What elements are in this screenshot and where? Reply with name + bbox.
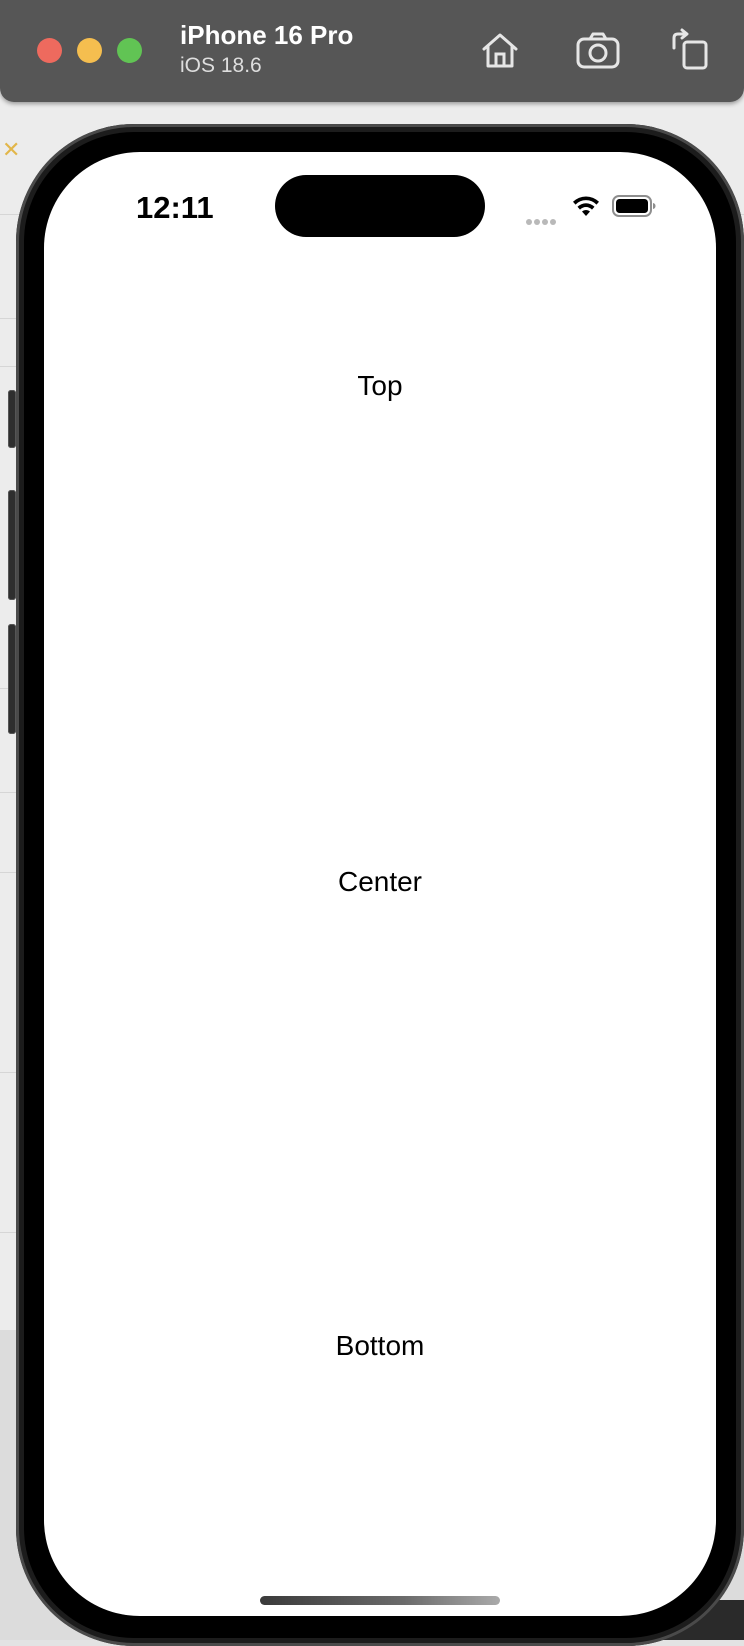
action-button xyxy=(8,390,16,448)
background-tab-icon: ✕ xyxy=(2,137,21,162)
bottom-label: Bottom xyxy=(335,1330,425,1361)
wifi-icon xyxy=(573,196,599,216)
battery-icon xyxy=(612,195,656,217)
home-icon[interactable] xyxy=(476,26,524,74)
volume-down-button xyxy=(8,624,16,734)
center-label: Center xyxy=(337,866,423,897)
volume-up-button xyxy=(8,490,16,600)
dynamic-island xyxy=(275,175,485,237)
window-close-button[interactable] xyxy=(37,38,62,63)
window-zoom-button[interactable] xyxy=(117,38,142,63)
os-version: iOS 18.6 xyxy=(180,54,262,77)
camera-icon[interactable] xyxy=(574,26,622,74)
rotate-icon[interactable] xyxy=(666,26,714,74)
simulator-title-bar: iPhone 16 Pro iOS 18.6 xyxy=(0,0,744,102)
home-indicator[interactable] xyxy=(260,1596,500,1605)
window-minimize-button[interactable] xyxy=(77,38,102,63)
status-bar-time: 12:11 xyxy=(136,190,214,225)
cellular-signal-icon xyxy=(526,212,560,225)
device-screen[interactable]: 12:11 Top Center Bottom xyxy=(44,152,716,1616)
device-name: iPhone 16 Pro xyxy=(180,20,354,50)
top-label: Top xyxy=(357,370,403,401)
